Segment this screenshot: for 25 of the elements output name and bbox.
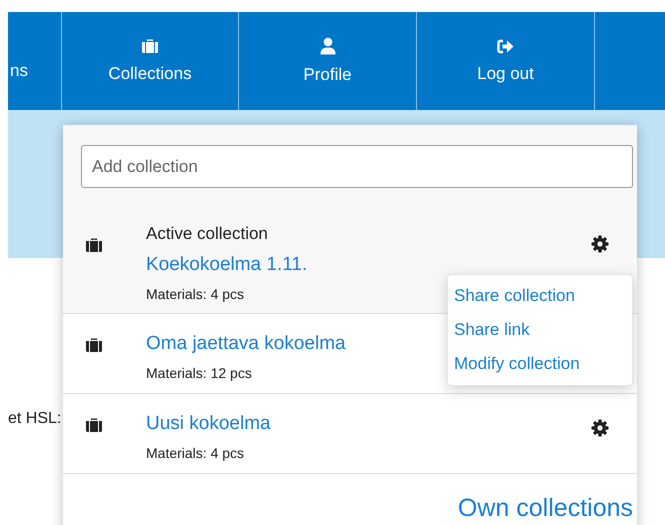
materials-count: Materials: 12 pcs — [146, 364, 252, 383]
menu-item[interactable]: Modify collection — [454, 347, 626, 381]
own-collections-link[interactable]: Own collections — [458, 492, 633, 524]
briefcase-icon — [85, 237, 103, 253]
person-icon — [318, 37, 336, 55]
nav-item[interactable]: Profile — [303, 65, 352, 85]
body-text: et HSL: — [8, 410, 62, 427]
settings-icon[interactable] — [591, 235, 609, 253]
nav-item[interactable]: ns — [10, 61, 28, 81]
materials-count: Materials: 4 pcs — [146, 444, 244, 463]
briefcase-icon — [141, 38, 159, 54]
briefcase-icon — [85, 417, 103, 433]
add-collection-field[interactable]: Add collection — [81, 145, 633, 188]
collection-link[interactable]: Uusi kokoelma — [146, 411, 271, 437]
menu-item[interactable]: Share collection — [454, 279, 626, 313]
materials-count: Materials: 4 pcs — [146, 285, 244, 304]
briefcase-icon — [85, 337, 103, 353]
logout-icon — [497, 38, 514, 54]
collection-link[interactable]: Oma jaettava kokoelma — [146, 331, 346, 357]
menu-item[interactable]: Share link — [454, 313, 626, 347]
active-collection-label: Active collection — [146, 223, 268, 245]
collection-link[interactable]: Koekokoelma 1.11. — [146, 252, 308, 278]
nav-item[interactable]: Log out — [477, 64, 534, 84]
nav-item[interactable]: Collections — [108, 64, 192, 84]
settings-icon[interactable] — [591, 419, 609, 437]
